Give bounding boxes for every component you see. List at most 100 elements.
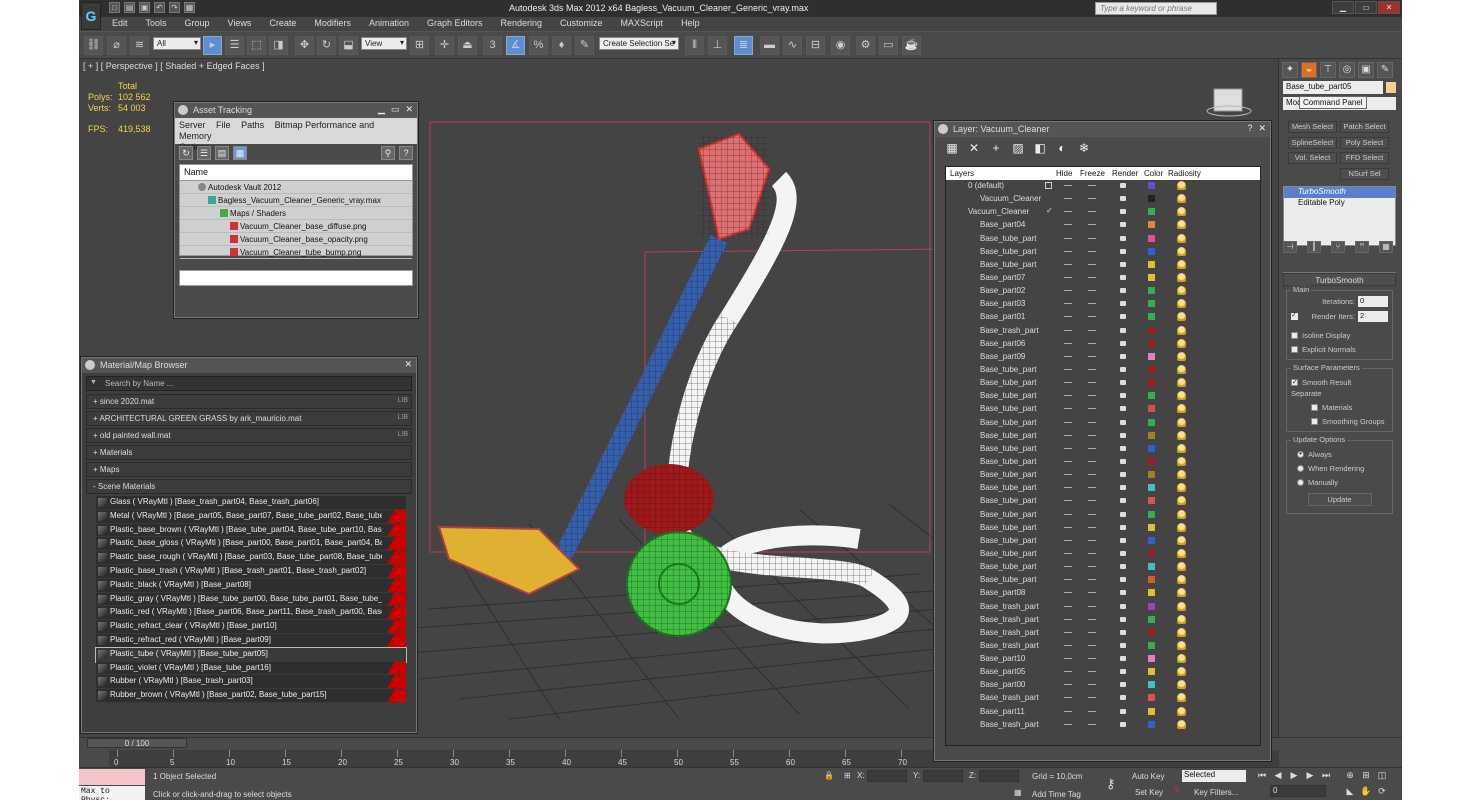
hide-toggle[interactable] xyxy=(1064,368,1072,370)
window-crossing-icon[interactable]: ◨ xyxy=(269,36,288,55)
hide-toggle[interactable] xyxy=(1064,211,1072,213)
go-to-end-icon[interactable]: ⏭ xyxy=(1320,770,1332,782)
layer-color-swatch[interactable] xyxy=(1148,655,1155,663)
layer-row[interactable]: Base_tube_part xyxy=(946,535,1260,548)
render-iters-checkbox[interactable]: ✓ xyxy=(1291,312,1298,320)
layer-color-swatch[interactable] xyxy=(1148,234,1155,242)
radiosity-icon[interactable] xyxy=(1177,509,1186,519)
render-toggle-icon[interactable] xyxy=(1120,603,1126,609)
layer-color-swatch[interactable] xyxy=(1148,287,1155,295)
layer-row[interactable]: Base_part11 xyxy=(946,706,1260,719)
render-toggle-icon[interactable] xyxy=(1120,274,1126,280)
render-toggle-icon[interactable] xyxy=(1120,209,1126,215)
render-setup-icon[interactable]: ⚙ xyxy=(856,36,875,55)
named-selection-dropdown[interactable]: Create Selection Se xyxy=(599,37,679,50)
asset-row[interactable]: Bagless_Vacuum_Cleaner_Generic_vray.max xyxy=(180,194,412,207)
layer-row[interactable]: Base_tube_part xyxy=(946,246,1260,259)
mesh-select-button[interactable]: Mesh Select xyxy=(1288,121,1337,133)
stack-item-turbosmooth[interactable]: TurboSmooth xyxy=(1284,187,1395,198)
set-key-mode-icon[interactable]: ⚷ xyxy=(1106,776,1116,792)
add-time-tag-button[interactable]: Add Time Tag xyxy=(1032,790,1081,799)
search-input[interactable]: Type a keyword or phrase xyxy=(1095,2,1217,15)
percent-snap-icon[interactable]: % xyxy=(529,36,548,55)
spinner-snap-icon[interactable]: ♦ xyxy=(552,36,571,55)
layer-color-swatch[interactable] xyxy=(1148,221,1155,229)
render-toggle-icon[interactable] xyxy=(1120,577,1126,583)
freeze-toggle[interactable] xyxy=(1088,500,1096,502)
hide-toggle[interactable] xyxy=(1064,684,1072,686)
hide-toggle[interactable] xyxy=(1064,710,1072,712)
radiosity-icon[interactable] xyxy=(1177,246,1186,256)
layer-row[interactable]: Vacuum_Cleaner ✓ xyxy=(946,206,1260,219)
hide-toggle[interactable] xyxy=(1064,644,1072,646)
render-toggle-icon[interactable] xyxy=(1120,708,1126,714)
layer-row[interactable]: Base_tube_part xyxy=(946,377,1260,390)
utilities-tab-icon[interactable]: ✎ xyxy=(1377,62,1393,78)
layer-color-swatch[interactable] xyxy=(1148,641,1155,649)
freeze-toggle[interactable] xyxy=(1088,487,1096,489)
freeze-toggle[interactable] xyxy=(1088,592,1096,594)
radiosity-icon[interactable] xyxy=(1177,351,1186,361)
hide-toggle[interactable] xyxy=(1064,592,1072,594)
layer-row[interactable]: Base_tube_part xyxy=(946,403,1260,416)
layer-row[interactable]: Base_tube_part xyxy=(946,364,1260,377)
render-toggle-icon[interactable] xyxy=(1120,445,1126,451)
hide-toggle[interactable] xyxy=(1064,303,1072,305)
menu-graph-editors[interactable]: Graph Editors xyxy=(418,17,492,31)
freeze-toggle[interactable] xyxy=(1088,671,1096,673)
hide-toggle[interactable] xyxy=(1064,500,1072,502)
material-item[interactable]: Plastic_base_gloss ( VRayMtl ) [Base_par… xyxy=(96,537,406,552)
render-toggle-icon[interactable] xyxy=(1120,511,1126,517)
radiosity-icon[interactable] xyxy=(1177,654,1186,664)
freeze-toggle[interactable] xyxy=(1088,382,1096,384)
layer-color-swatch[interactable] xyxy=(1148,208,1155,216)
freeze-toggle[interactable] xyxy=(1088,697,1096,699)
x-coordinate-field[interactable] xyxy=(867,770,907,782)
select-by-name-icon[interactable]: ☰ xyxy=(225,36,244,55)
radiosity-icon[interactable] xyxy=(1177,614,1186,624)
layer-row[interactable]: Base_part04 xyxy=(946,219,1260,232)
hide-toggle[interactable] xyxy=(1064,697,1072,699)
freeze-toggle[interactable] xyxy=(1088,395,1096,397)
render-toggle-icon[interactable] xyxy=(1120,301,1126,307)
material-item[interactable]: Plastic_refract_red ( VRayMtl ) [Base_pa… xyxy=(96,633,406,648)
layer-color-swatch[interactable] xyxy=(1148,707,1155,715)
layer-row[interactable]: Base_part01 xyxy=(946,311,1260,324)
radiosity-icon[interactable] xyxy=(1177,719,1186,729)
radiosity-icon[interactable] xyxy=(1177,601,1186,611)
material-item[interactable]: Plastic_refract_clear ( VRayMtl ) [Base_… xyxy=(96,620,406,634)
hide-toggle[interactable] xyxy=(1064,539,1072,541)
hide-toggle[interactable] xyxy=(1064,382,1072,384)
rotate-icon[interactable]: ↻ xyxy=(317,36,336,55)
hide-toggle[interactable] xyxy=(1064,605,1072,607)
hide-toggle[interactable] xyxy=(1064,276,1072,278)
hide-toggle[interactable] xyxy=(1064,474,1072,476)
layer-manager-titlebar[interactable]: Layer: Vacuum_Cleaner ? ✕ xyxy=(935,122,1270,137)
freeze-toggle[interactable] xyxy=(1088,710,1096,712)
render-toggle-icon[interactable] xyxy=(1120,353,1126,359)
radiosity-icon[interactable] xyxy=(1177,483,1186,493)
material-item[interactable]: Metal ( VRayMtl ) [Base_part05, Base_par… xyxy=(96,509,406,524)
maps-group[interactable]: + Maps xyxy=(86,462,412,477)
update-manually-radio[interactable] xyxy=(1297,478,1304,486)
poly-select-button[interactable]: Poly Select xyxy=(1340,137,1389,149)
object-name-field[interactable]: Base_tube_part05 xyxy=(1283,81,1383,94)
asset-row[interactable]: Autodesk Vault 2012 xyxy=(180,181,412,194)
hide-toggle[interactable] xyxy=(1064,290,1072,292)
layer-color-swatch[interactable] xyxy=(1148,444,1155,452)
render-toggle-icon[interactable] xyxy=(1120,472,1126,478)
layer-color-swatch[interactable] xyxy=(1148,405,1155,413)
material-item[interactable]: Rubber_brown ( VRayMtl ) [Base_part02, B… xyxy=(96,689,406,703)
color-column[interactable]: Color xyxy=(1144,169,1163,178)
maxscript-listener-box[interactable] xyxy=(79,769,145,785)
hide-toggle[interactable] xyxy=(1064,316,1072,318)
at-menu-file[interactable]: File xyxy=(216,120,231,130)
key-filter-icon[interactable]: ✎ xyxy=(1174,786,1181,795)
at-menu-bitmap[interactable]: Bitmap Performance and Memory xyxy=(179,120,374,141)
y-coordinate-field[interactable] xyxy=(923,770,963,782)
freeze-toggle[interactable] xyxy=(1088,605,1096,607)
hide-toggle[interactable] xyxy=(1064,237,1072,239)
select-object-icon[interactable]: ▸ xyxy=(203,36,222,55)
hide-toggle[interactable] xyxy=(1064,408,1072,410)
material-item[interactable]: Rubber ( VRayMtl ) [Base_trash_part03] xyxy=(96,675,406,690)
